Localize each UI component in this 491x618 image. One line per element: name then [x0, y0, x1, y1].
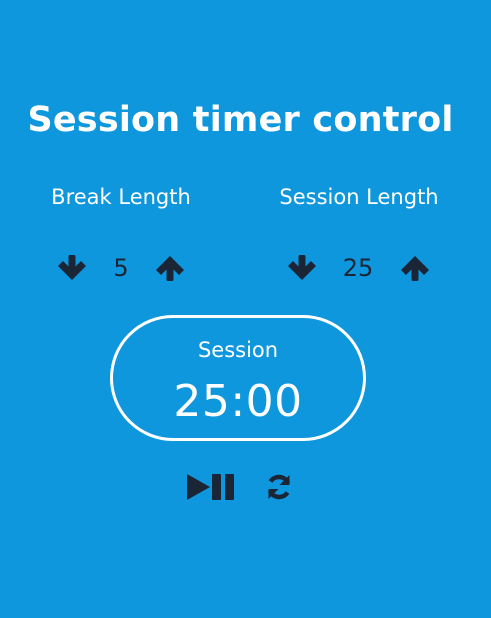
reset-button[interactable] — [264, 472, 294, 502]
timer-display: Session 25:00 — [110, 315, 366, 441]
session-length-value: 25 — [342, 254, 374, 282]
arrow-up-icon — [156, 256, 184, 281]
time-left: 25:00 — [173, 376, 303, 427]
arrow-down-icon — [58, 255, 86, 280]
break-increment-button[interactable] — [154, 252, 186, 284]
play-pause-icon — [187, 474, 234, 500]
start-stop-button[interactable] — [186, 472, 242, 502]
session-decrement-button[interactable] — [286, 252, 318, 284]
session-increment-button[interactable] — [399, 252, 431, 284]
break-length-label: Break Length — [51, 185, 191, 209]
session-length-label: Session Length — [279, 185, 439, 209]
break-decrement-button[interactable] — [56, 252, 88, 284]
refresh-icon — [267, 474, 291, 500]
break-length-value: 5 — [113, 254, 129, 282]
arrow-up-icon — [401, 256, 429, 281]
page-title: Session timer control — [27, 100, 454, 140]
timer-label: Session — [197, 338, 279, 362]
arrow-down-icon — [288, 255, 316, 280]
